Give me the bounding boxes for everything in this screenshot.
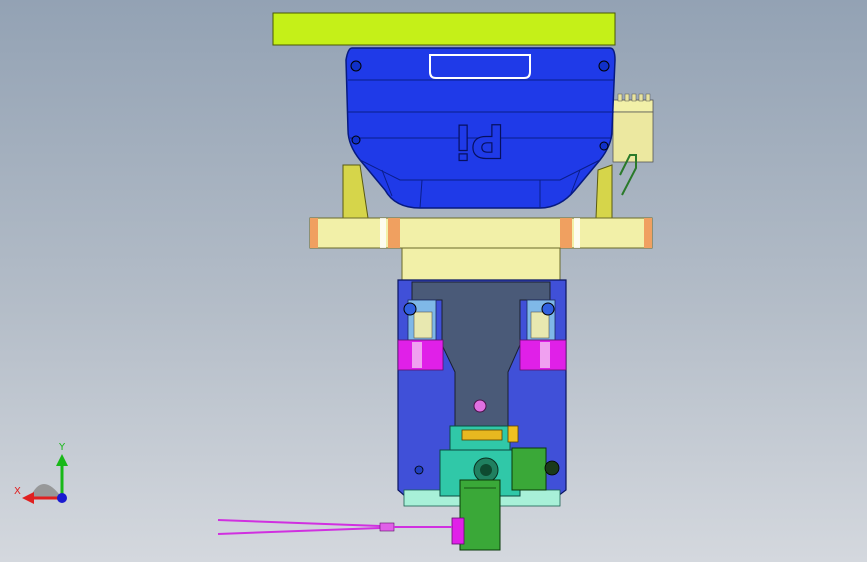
flange-plate[interactable] xyxy=(309,217,653,249)
y-axis-label: Y xyxy=(59,442,66,453)
x-axis-label: X xyxy=(14,486,21,497)
cad-viewport[interactable]: Pi Y X xyxy=(0,0,867,562)
screw-icon xyxy=(403,302,417,316)
motor-housing[interactable]: Pi xyxy=(345,47,616,209)
valve-body xyxy=(459,479,501,551)
axis-triad-icon xyxy=(22,454,68,504)
adapter-block[interactable] xyxy=(401,247,561,281)
pneumatic-lines[interactable] xyxy=(217,519,452,535)
assembly-model[interactable]: Pi xyxy=(0,0,867,562)
screw-icon xyxy=(598,60,610,72)
screw-icon xyxy=(599,141,609,151)
screw-icon xyxy=(351,135,361,145)
housing-emblem: Pi xyxy=(455,114,504,168)
right-support-bracket[interactable] xyxy=(595,164,613,219)
screw-icon xyxy=(350,60,362,72)
axis-triad: Y X xyxy=(12,440,82,510)
center-pin xyxy=(473,399,487,413)
side-connector[interactable] xyxy=(612,93,654,196)
top-mounting-plate[interactable] xyxy=(272,12,616,46)
left-support-bracket[interactable] xyxy=(342,164,369,219)
screw-icon xyxy=(541,302,555,316)
